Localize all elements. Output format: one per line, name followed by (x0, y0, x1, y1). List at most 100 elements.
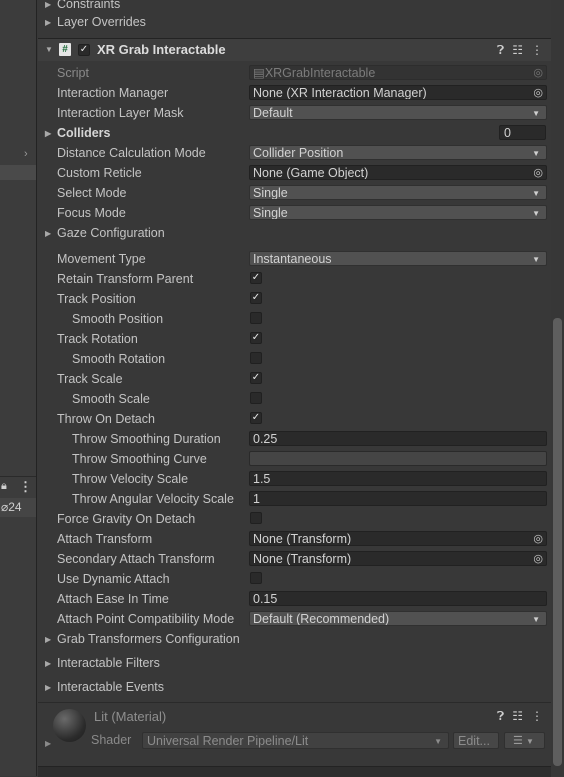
property-label: Track Rotation (57, 332, 138, 346)
scrollbar-thumb[interactable] (553, 318, 562, 766)
foldout-label: Grab Transformers Configuration (57, 632, 240, 646)
property-label: Custom Reticle (57, 166, 142, 180)
property-label: Focus Mode (57, 206, 126, 220)
property-label: Secondary Attach Transform (57, 552, 215, 566)
dropdown-arrow-icon: ▼ (532, 209, 540, 218)
row-throw-on-detach: Throw On Detach ✓ (38, 409, 548, 429)
throw-smoothing-duration-input[interactable]: 0.25 (249, 431, 547, 446)
property-label: Throw On Detach (57, 412, 155, 426)
distance-calculation-mode-dropdown[interactable]: Collider Position ▼ (249, 145, 547, 160)
property-label: Interaction Manager (57, 86, 169, 100)
smooth-scale-checkbox[interactable] (250, 392, 262, 404)
row-throw-smoothing-duration: Throw Smoothing Duration 0.25 (38, 429, 548, 449)
foldout-interactable-events[interactable]: ▶ Interactable Events (38, 677, 548, 697)
inspector-footer (38, 766, 551, 777)
component-enabled-checkbox[interactable]: ✓ (78, 44, 90, 56)
attach-transform-field[interactable]: None (Transform) ◎ (249, 531, 547, 546)
property-label: Retain Transform Parent (57, 272, 194, 286)
interaction-manager-field[interactable]: None (XR Interaction Manager) ◎ (249, 85, 547, 100)
row-smooth-rotation: Smooth Rotation (38, 349, 548, 369)
row-throw-smoothing-curve: Throw Smoothing Curve (38, 449, 548, 469)
property-label: Select Mode (57, 186, 127, 200)
object-picker-icon[interactable]: ◎ (533, 166, 543, 179)
property-label: Attach Transform (57, 532, 153, 546)
foldout-layer-overrides[interactable]: ▶ Layer Overrides (38, 13, 551, 31)
triangle-right-icon: ▶ (45, 129, 52, 138)
dropdown-value: Default (253, 106, 293, 120)
foldout-interactable-filters[interactable]: ▶ Interactable Filters (38, 653, 548, 673)
dropdown-value: Universal Render Pipeline/Lit (147, 734, 309, 748)
select-mode-dropdown[interactable]: Single ▼ (249, 185, 547, 200)
shader-options-button[interactable]: ☰ ▼ (504, 732, 545, 749)
dropdown-value: Default (Recommended) (253, 612, 390, 626)
foldout-grab-transformers-configuration[interactable]: ▶ Grab Transformers Configuration (38, 629, 548, 649)
lock-icon[interactable]: 🔒︎ (1, 480, 7, 493)
smooth-position-checkbox[interactable] (250, 312, 262, 324)
more-options-icon[interactable]: ⋮ (19, 479, 32, 495)
throw-on-detach-checkbox[interactable]: ✓ (250, 412, 262, 424)
row-retain-transform-parent: Retain Transform Parent ✓ (38, 269, 548, 289)
edit-shader-button[interactable]: Edit... (453, 732, 499, 749)
object-picker-icon[interactable]: ◎ (533, 552, 543, 565)
dropdown-arrow-icon: ▼ (525, 737, 534, 746)
triangle-right-icon: ▶ (45, 18, 52, 27)
triangle-right-icon: ▶ (45, 635, 52, 644)
field-value: None (Transform) (253, 532, 352, 546)
visibility-counter[interactable]: ⌀24 (0, 498, 36, 517)
object-picker-icon[interactable]: ◎ (533, 532, 543, 545)
track-position-checkbox[interactable]: ✓ (250, 292, 262, 304)
row-smooth-scale: Smooth Scale (38, 389, 548, 409)
help-icon[interactable]: ❓︎ (497, 709, 504, 723)
more-options-icon[interactable]: ⋮ (531, 709, 543, 723)
settings-sliders-icon[interactable]: ☷ (512, 709, 523, 723)
use-dynamic-attach-checkbox[interactable] (250, 572, 262, 584)
component-title: XR Grab Interactable (97, 42, 226, 57)
foldout-constraints[interactable]: ▶ Constraints (38, 0, 551, 13)
track-rotation-checkbox[interactable]: ✓ (250, 332, 262, 344)
retain-transform-parent-checkbox[interactable]: ✓ (250, 272, 262, 284)
smooth-rotation-checkbox[interactable] (250, 352, 262, 364)
attach-point-compatibility-mode-dropdown[interactable]: Default (Recommended) ▼ (249, 611, 547, 626)
property-label: Use Dynamic Attach (57, 572, 170, 586)
throw-smoothing-curve-field[interactable] (249, 451, 547, 466)
dropdown-arrow-icon: ▼ (434, 737, 442, 746)
row-force-gravity-on-detach: Force Gravity On Detach (38, 509, 548, 529)
hierarchy-selected-row[interactable] (0, 165, 36, 180)
triangle-right-icon: ▶ (45, 229, 52, 238)
property-label: Smooth Position (72, 312, 164, 326)
property-label: Throw Angular Velocity Scale (72, 492, 234, 506)
property-label: Distance Calculation Mode (57, 146, 206, 160)
property-label: Track Scale (57, 372, 123, 386)
triangle-right-icon[interactable]: ▶ (45, 739, 51, 748)
foldout-label: Gaze Configuration (57, 226, 165, 240)
custom-reticle-field[interactable]: None (Game Object) ◎ (249, 165, 547, 180)
foldout-gaze-configuration[interactable]: ▶ Gaze Configuration (38, 223, 548, 243)
row-smooth-position: Smooth Position (38, 309, 548, 329)
secondary-attach-transform-field[interactable]: None (Transform) ◎ (249, 551, 547, 566)
movement-type-dropdown[interactable]: Instantaneous ▼ (249, 251, 547, 266)
attach-ease-in-time-input[interactable]: 0.15 (249, 591, 547, 606)
chevron-right-icon[interactable]: › (24, 148, 28, 160)
colliders-size-field[interactable]: 0 (499, 125, 546, 140)
focus-mode-dropdown[interactable]: Single ▼ (249, 205, 547, 220)
dropdown-value: Single (253, 186, 288, 200)
shader-dropdown[interactable]: Universal Render Pipeline/Lit ▼ (142, 732, 449, 749)
force-gravity-on-detach-checkbox[interactable] (250, 512, 262, 524)
property-label: Track Position (57, 292, 136, 306)
settings-sliders-icon[interactable]: ☷ (512, 43, 523, 57)
interaction-layer-mask-dropdown[interactable]: Default ▼ (249, 105, 547, 120)
component-header[interactable]: ▼ # ✓ XR Grab Interactable ❓︎ ☷ ⋮ (38, 38, 551, 61)
triangle-down-icon[interactable]: ▼ (45, 39, 57, 61)
object-picker-icon[interactable]: ◎ (533, 86, 543, 99)
more-options-icon[interactable]: ⋮ (531, 43, 543, 57)
help-icon[interactable]: ❓︎ (497, 43, 504, 57)
hierarchy-panel: › 🔒︎ ⋮ ⌀24 (0, 0, 37, 776)
row-colliders[interactable]: ▶ Colliders 0 (38, 123, 548, 143)
visibility-count: 24 (8, 500, 22, 514)
row-movement-type: Movement Type Instantaneous ▼ (38, 249, 548, 269)
throw-velocity-scale-input[interactable]: 1.5 (249, 471, 547, 486)
throw-angular-velocity-scale-input[interactable]: 1 (249, 491, 547, 506)
track-scale-checkbox[interactable]: ✓ (250, 372, 262, 384)
row-track-scale: Track Scale ✓ (38, 369, 548, 389)
row-track-rotation: Track Rotation ✓ (38, 329, 548, 349)
